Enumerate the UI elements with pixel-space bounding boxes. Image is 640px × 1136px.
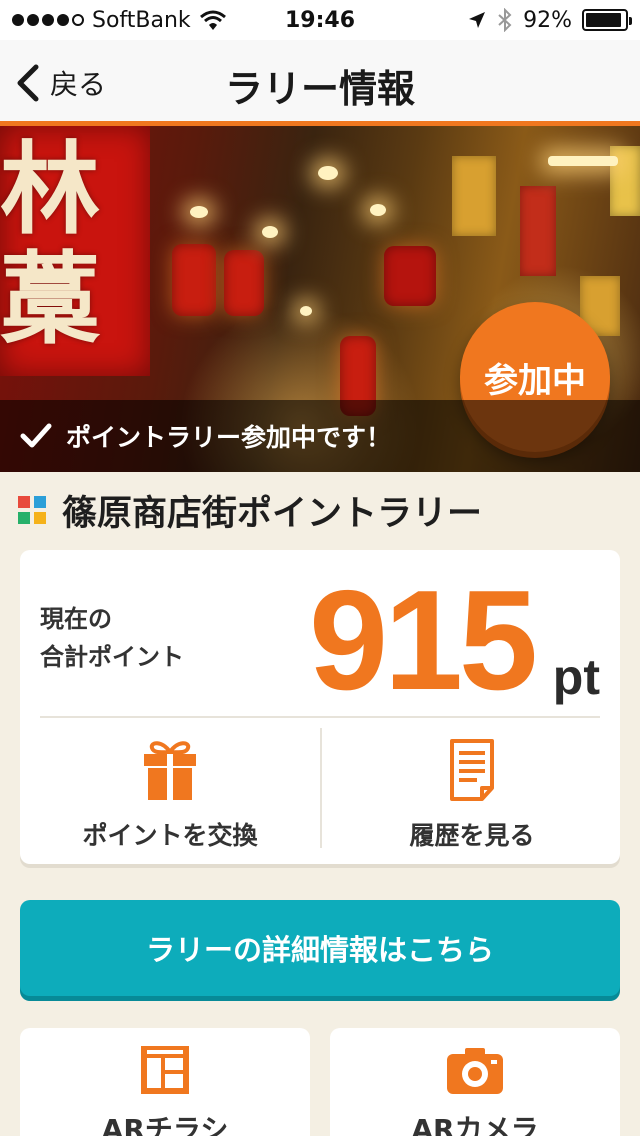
rally-hero-image: 林藁 参加中 ポイントラリー参加中です！ xyxy=(0,126,640,472)
rally-details-button[interactable]: ラリーの詳細情報はこちら xyxy=(20,900,620,996)
location-arrow-icon xyxy=(469,12,486,28)
exchange-points-label: ポイントを交換 xyxy=(82,821,258,850)
hero-shop-sign xyxy=(520,186,556,276)
hero-lamp xyxy=(300,306,312,316)
hero-lantern xyxy=(224,250,264,316)
battery-percentage: 92% xyxy=(523,7,572,33)
actions-divider xyxy=(320,728,322,848)
rally-name: 篠原商店街ポイントラリー xyxy=(62,493,483,534)
points-card: 現在の 合計ポイント 915 pt ポイントを交換 履歴を見る xyxy=(20,550,620,864)
ar-flyer-button[interactable]: ARチラシ xyxy=(20,1028,310,1136)
flyer-icon xyxy=(141,1046,189,1094)
points-label-line2: 合計ポイント xyxy=(40,643,184,671)
color-tiles-icon xyxy=(18,496,46,524)
ar-flyer-label: ARチラシ xyxy=(101,1113,229,1136)
wifi-icon xyxy=(199,10,226,30)
hero-lamp xyxy=(370,204,386,216)
points-value: 915 xyxy=(309,561,538,720)
hero-shop-sign xyxy=(452,156,496,236)
hero-lamp xyxy=(548,156,618,166)
ar-camera-button[interactable]: ARカメラ xyxy=(330,1028,620,1136)
camera-icon xyxy=(447,1048,503,1094)
hero-caption-text: ポイントラリー参加中です！ xyxy=(66,423,392,452)
status-bar: SoftBank 19:46 92% xyxy=(0,0,640,40)
bluetooth-icon xyxy=(498,8,512,32)
view-history-label: 履歴を見る xyxy=(409,821,535,850)
hero-lantern xyxy=(384,246,436,306)
view-history-button[interactable]: 履歴を見る xyxy=(332,730,612,852)
hero-sign-lettering: 林藁 xyxy=(0,130,100,358)
points-divider xyxy=(40,716,600,718)
points-unit: pt xyxy=(552,649,600,705)
points-label: 現在の 合計ポイント xyxy=(40,600,184,676)
ar-camera-label: ARカメラ xyxy=(411,1113,539,1136)
hero-lamp xyxy=(262,226,278,238)
signal-strength-icon xyxy=(12,14,84,26)
battery-icon xyxy=(582,9,632,31)
page-title: ラリー情報 xyxy=(224,67,415,111)
check-icon xyxy=(20,423,52,448)
hero-lantern xyxy=(172,244,216,316)
hero-lamp xyxy=(190,206,208,218)
gift-icon xyxy=(144,741,196,800)
points-label-line1: 現在の xyxy=(40,605,112,633)
carrier-name: SoftBank xyxy=(92,7,191,33)
rally-name-heading: 篠原商店街ポイントラリー xyxy=(18,486,482,534)
navigation-bar: 戻る ラリー情報 xyxy=(0,40,640,126)
document-icon xyxy=(450,739,494,801)
hero-lamp xyxy=(318,166,338,180)
exchange-points-button[interactable]: ポイントを交換 xyxy=(30,730,310,852)
hero-caption-bar: ポイントラリー参加中です！ xyxy=(0,400,640,472)
